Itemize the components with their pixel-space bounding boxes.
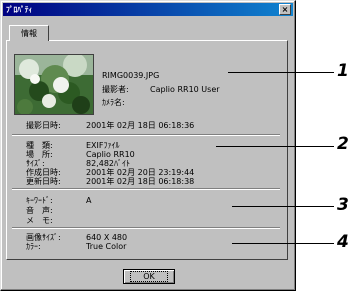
memo-label: メ モ: xyxy=(26,216,53,225)
file-type-label: 種 類: xyxy=(26,141,53,150)
ok-button[interactable]: OK xyxy=(123,269,175,284)
created-date-value: 2001年 02月 20日 23:19:44 xyxy=(86,168,195,177)
window-title: ﾌﾟﾛﾊﾟﾃｨ xyxy=(6,5,33,14)
callout-number-2: 2 xyxy=(337,134,349,154)
created-date-label: 作成日時: xyxy=(26,168,61,177)
ok-button-label: OK xyxy=(130,271,168,282)
title-bar: ﾌﾟﾛﾊﾟﾃｨ × xyxy=(3,3,293,16)
file-location-value: Caplio RR10 xyxy=(86,150,135,159)
photographer-label: 撮影者: xyxy=(102,85,129,94)
callout-line-3 xyxy=(232,206,334,207)
image-size-label: 画像ｻｲｽﾞ: xyxy=(26,233,61,242)
filename-text: RIMG0039.JPG xyxy=(102,71,160,80)
audio-label: 音 声: xyxy=(26,206,53,215)
callout-line-4 xyxy=(232,243,334,244)
callout-number-3: 3 xyxy=(337,195,349,215)
color-value: True Color xyxy=(86,242,127,251)
shoot-date-label: 撮影日時: xyxy=(26,121,61,130)
thumbnail-photo-icon xyxy=(15,55,93,114)
callout-number-4: 4 xyxy=(337,232,349,252)
callout-number-1: 1 xyxy=(337,61,349,81)
file-location-label: 場 所: xyxy=(26,150,53,159)
keyword-label: ｷｰﾜｰﾄﾞ: xyxy=(26,196,53,205)
file-type-value: EXIFﾌｧｲﾙ xyxy=(86,141,120,150)
keyword-value: A xyxy=(86,196,92,205)
shoot-date-value: 2001年 02月 18日 06:18:36 xyxy=(86,121,195,130)
modified-date-label: 更新日時: xyxy=(26,177,61,186)
camera-label: ｶﾒﾗ名: xyxy=(102,98,125,107)
image-size-value: 640 X 480 xyxy=(86,233,128,242)
separator-3 xyxy=(12,227,280,229)
separator-2 xyxy=(12,188,280,190)
photographer-value: Caplio RR10 User xyxy=(150,85,220,94)
modified-date-value: 2001年 02月 18日 06:18:38 xyxy=(86,177,195,186)
file-size-label: ｻｲｽﾞ: xyxy=(26,159,45,168)
tab-info[interactable]: 情報 xyxy=(9,25,49,41)
callout-line-1 xyxy=(228,72,334,73)
separator-1 xyxy=(12,134,280,136)
file-size-value: 82,482ﾊﾞｲﾄ xyxy=(86,159,130,168)
callout-line-2 xyxy=(216,146,334,147)
color-label: ｶﾗｰ: xyxy=(26,242,41,251)
close-button[interactable]: × xyxy=(279,4,291,15)
image-thumbnail xyxy=(14,54,94,115)
